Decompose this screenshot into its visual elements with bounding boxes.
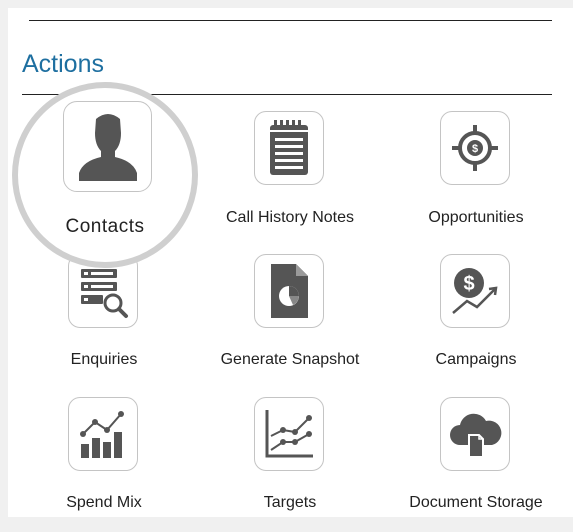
- tile-label: Spend Mix: [66, 494, 142, 511]
- tile-contacts[interactable]: [63, 101, 152, 192]
- tile-label: Campaigns: [435, 351, 517, 368]
- tile-label: Enquiries: [70, 351, 138, 368]
- tile-label: Opportunities: [428, 209, 524, 226]
- svg-text:$: $: [463, 273, 474, 295]
- person-silhouette-icon: [78, 113, 137, 181]
- document-storage-icon-box: [440, 397, 510, 471]
- tile-targets[interactable]: Targets: [200, 397, 380, 532]
- dollar-growth-icon: $: [452, 268, 498, 314]
- tile-document-storage[interactable]: Document Storage: [386, 397, 566, 532]
- section-title: Actions: [22, 50, 104, 78]
- spend-mix-icon-box: [68, 397, 138, 471]
- line-graph-icon: [265, 410, 313, 458]
- tile-spend-mix[interactable]: Spend Mix: [14, 397, 194, 532]
- top-divider: [29, 20, 552, 21]
- opportunities-icon-box: $: [440, 111, 510, 185]
- list-search-icon: [81, 269, 128, 318]
- tile-opportunities[interactable]: $ Opportunities: [386, 111, 566, 246]
- notepad-icon: [270, 120, 308, 175]
- tile-label: Targets: [263, 494, 317, 511]
- tile-campaigns[interactable]: $ Campaigns: [386, 254, 566, 389]
- bar-trend-icon: [80, 411, 124, 458]
- tile-label: Document Storage: [409, 494, 543, 511]
- tile-call-history-notes[interactable]: Call History Notes: [200, 111, 380, 246]
- svg-text:$: $: [472, 143, 478, 155]
- cloud-document-icon: [450, 413, 502, 458]
- tile-label-contacts: Contacts: [65, 216, 145, 237]
- targets-icon-box: [254, 397, 324, 471]
- tile-generate-snapshot[interactable]: Generate Snapshot: [200, 254, 380, 389]
- tile-label: Call History Notes: [225, 209, 355, 226]
- tile-label: Generate Snapshot: [220, 351, 360, 368]
- call-history-notes-icon-box: [254, 111, 324, 185]
- generate-snapshot-icon-box: [254, 254, 324, 328]
- pie-document-icon: [271, 264, 308, 318]
- campaigns-icon-box: $: [440, 254, 510, 328]
- tile-enquiries[interactable]: Enquiries: [14, 254, 194, 389]
- dollar-target-icon: $: [452, 125, 498, 171]
